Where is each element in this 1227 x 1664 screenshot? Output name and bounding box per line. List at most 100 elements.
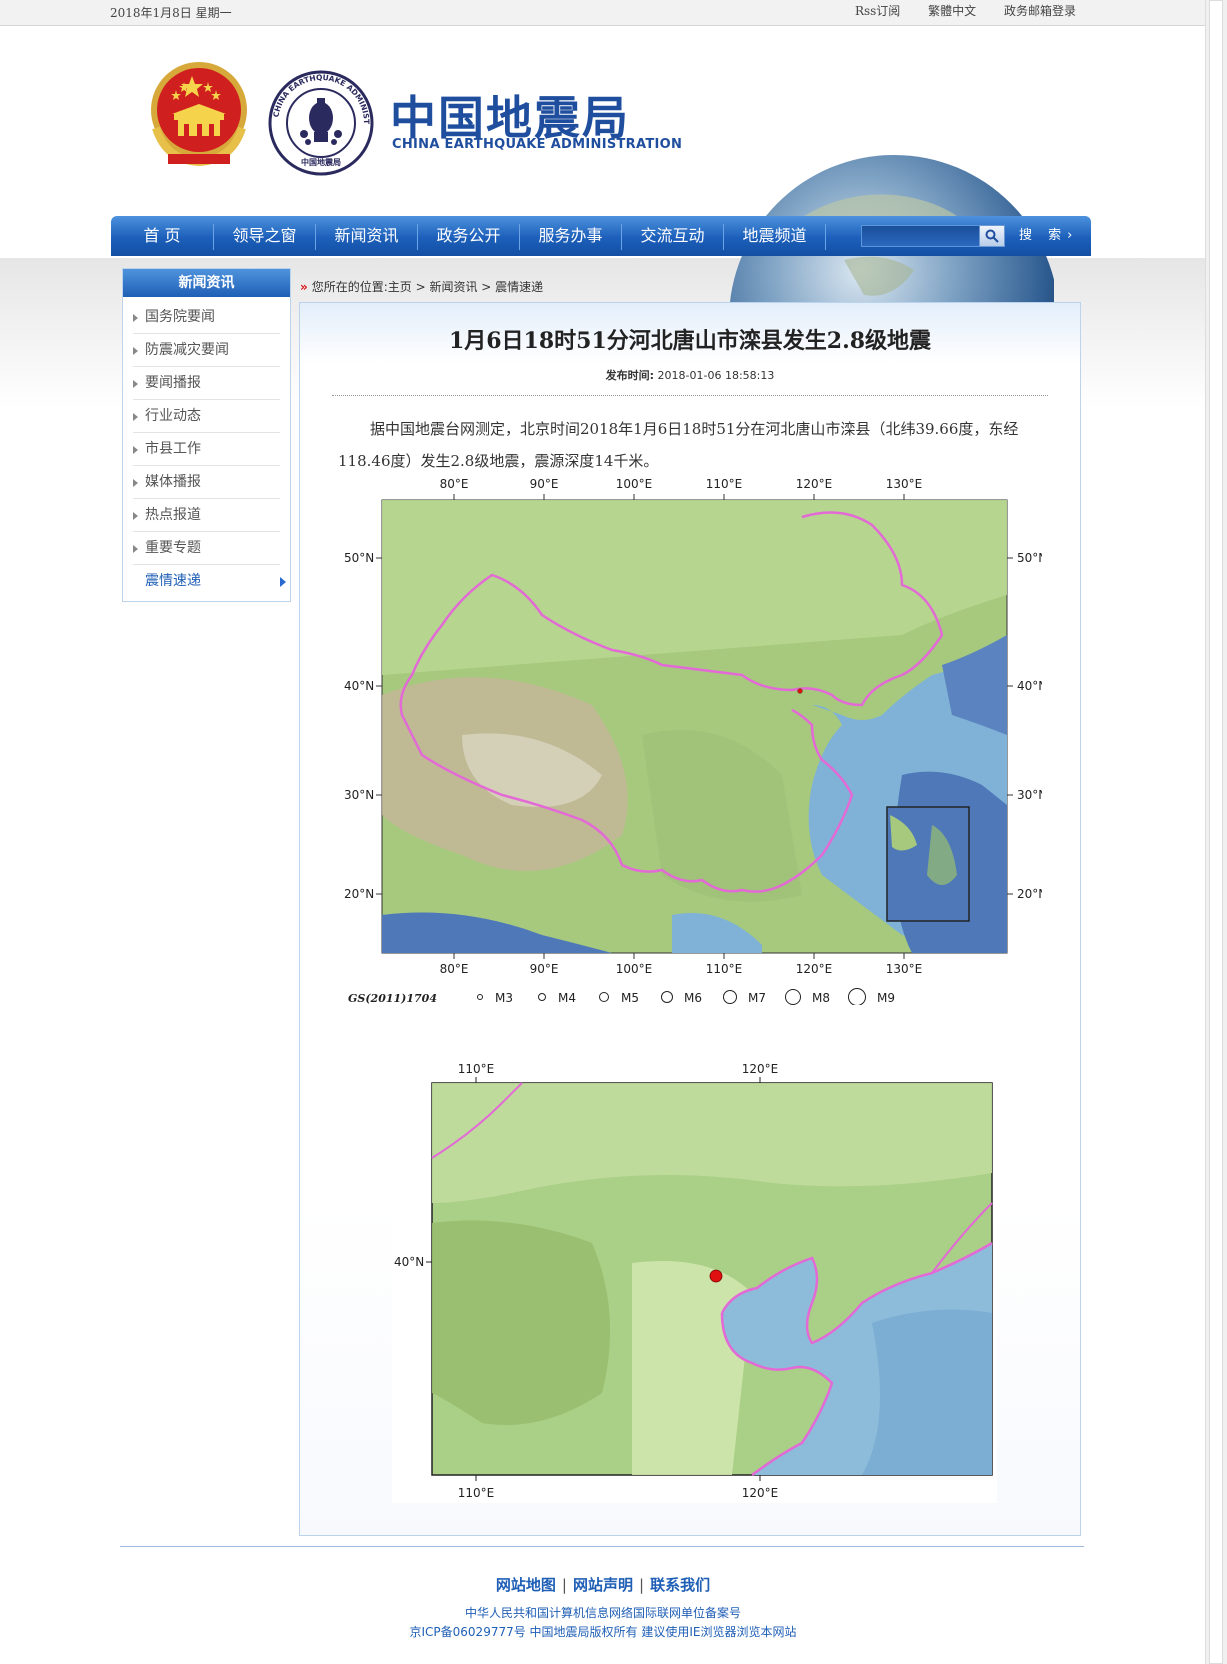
footer-sitemap-link[interactable]: 网站地图	[496, 1576, 556, 1594]
vertical-scrollbar[interactable]	[1205, 0, 1227, 1664]
lon-label: 120°E	[796, 477, 833, 491]
footer-links: 网站地图 | 网站声明 | 联系我们	[0, 1574, 1206, 1595]
lat-label: 50°N	[1017, 551, 1042, 565]
lon-label: 110°E	[706, 477, 743, 491]
top-links: Rss订阅 繁體中文 政务邮箱登录	[831, 2, 1076, 19]
lat-label: 30°N	[1017, 788, 1042, 802]
lon-label: 110°E	[458, 1063, 495, 1076]
gov-mail-login-link[interactable]: 政务邮箱登录	[1004, 4, 1076, 18]
sidebar-item-hot-reports[interactable]: 热点报道	[133, 499, 280, 532]
lon-label: 120°E	[796, 962, 833, 976]
legend-label: M6	[684, 991, 702, 1005]
main-nav: 首 页 领导之窗 新闻资讯 政务公开 服务办事 交流互动 地震频道 搜 索›	[111, 216, 1091, 256]
nav-news[interactable]: 新闻资讯	[316, 216, 417, 256]
publish-time: 发布时间: 2018-01-06 18:58:13	[300, 367, 1080, 383]
arrow-right-icon	[133, 545, 138, 553]
nav-interaction[interactable]: 交流互动	[622, 216, 723, 256]
arrow-right-icon	[133, 347, 138, 355]
search-input[interactable]	[861, 225, 981, 247]
lat-label: 40°N	[1017, 679, 1042, 693]
sidebar-item-label: 要闻播报	[145, 375, 201, 391]
legend-label: M9	[877, 991, 895, 1005]
nav-services[interactable]: 服务办事	[520, 216, 621, 256]
sidebar-item-label: 热点报道	[145, 507, 201, 523]
sidebar-item-county-work[interactable]: 市县工作	[133, 433, 280, 466]
arrow-right-icon	[133, 512, 138, 520]
search-icon	[985, 229, 999, 243]
lon-label: 120°E	[742, 1063, 779, 1076]
footer-divider	[120, 1546, 1084, 1547]
sidebar-title: 新闻资讯	[123, 269, 290, 297]
traditional-chinese-link[interactable]: 繁體中文	[928, 4, 976, 18]
article-panel: 1月6日18时51分河北唐山市滦县发生2.8级地震 发布时间: 2018-01-…	[299, 302, 1081, 1536]
arrow-right-icon	[133, 380, 138, 388]
lon-label: 90°E	[530, 962, 559, 976]
nav-earthquake-channel[interactable]: 地震频道	[724, 216, 825, 256]
lon-label: 80°E	[440, 962, 469, 976]
publish-time-value: 2018-01-06 18:58:13	[657, 369, 775, 382]
breadcrumb-mark-icon: »	[300, 280, 308, 294]
sidebar-item-label: 行业动态	[145, 408, 201, 424]
article-body: 据中国地震台网测定，北京时间2018年1月6日18时51分在河北唐山市滦县（北纬…	[338, 420, 1019, 470]
rss-link[interactable]: Rss订阅	[855, 4, 900, 18]
legend-label: M3	[495, 991, 513, 1005]
sidebar: 新闻资讯 国务院要闻 防震减灾要闻 要闻播报 行业动态 市县工作 媒体播报 热点…	[122, 268, 291, 602]
epicenter-marker	[709, 1269, 723, 1283]
arrow-right-icon	[133, 446, 138, 454]
lat-label: 50°N	[344, 551, 374, 565]
current-date: 2018年1月8日 星期一	[110, 6, 232, 20]
sidebar-item-news-broadcast[interactable]: 要闻播报	[133, 367, 280, 400]
lat-label: 40°N	[394, 1255, 424, 1269]
lon-label: 90°E	[530, 477, 559, 491]
top-bar: 2018年1月8日 星期一 Rss订阅 繁體中文 政务邮箱登录	[0, 0, 1206, 26]
sidebar-item-label: 震情速递	[145, 573, 201, 589]
lon-label: 100°E	[616, 962, 653, 976]
nav-gov-affairs[interactable]: 政务公开	[418, 216, 519, 256]
site-title-en: CHINA EARTHQUAKE ADMINISTRATION	[392, 137, 683, 152]
footer-separator: |	[639, 1576, 645, 1594]
sidebar-item-industry-news[interactable]: 行业动态	[133, 400, 280, 433]
footer-statement-link[interactable]: 网站声明	[573, 1576, 633, 1594]
lat-label: 20°N	[344, 887, 374, 901]
sidebar-item-disaster-news[interactable]: 防震减灾要闻	[133, 334, 280, 367]
nav-home[interactable]: 首 页	[111, 216, 213, 256]
lon-label: 80°E	[440, 477, 469, 491]
regional-zoom-map: 110°E 120°E 110°E 120°E 40°N	[392, 1062, 997, 1503]
arrow-right-icon	[280, 577, 286, 587]
lon-label: 120°E	[742, 1486, 779, 1500]
lat-label: 40°N	[344, 679, 374, 693]
publish-time-label: 发布时间:	[605, 369, 655, 382]
search-button[interactable]	[979, 225, 1005, 247]
lat-label: 20°N	[1017, 887, 1042, 901]
legend-label: M7	[748, 991, 766, 1005]
sidebar-item-quake-express[interactable]: 震情速递	[133, 565, 286, 597]
sidebar-item-media[interactable]: 媒体播报	[133, 466, 280, 499]
sidebar-item-label: 媒体播报	[145, 474, 201, 490]
footer-separator: |	[561, 1576, 567, 1594]
sidebar-item-label: 市县工作	[145, 441, 201, 457]
arrow-right-icon	[133, 479, 138, 487]
divider	[332, 395, 1048, 396]
nav-leaders[interactable]: 领导之窗	[214, 216, 315, 256]
article-title: 1月6日18时51分河北唐山市滦县发生2.8级地震	[448, 328, 932, 354]
sidebar-item-label: 防震减灾要闻	[145, 342, 229, 358]
sidebar-item-label: 重要专题	[145, 540, 201, 556]
scrollbar-thumb[interactable]	[1209, 0, 1223, 1664]
lon-label: 130°E	[886, 962, 923, 976]
legend-label: M8	[812, 991, 830, 1005]
lon-label: 100°E	[616, 477, 653, 491]
legend-label: M5	[621, 991, 639, 1005]
sidebar-item-state-council-news[interactable]: 国务院要闻	[133, 301, 280, 334]
arrow-right-icon	[133, 413, 138, 421]
search-text-button[interactable]: 搜 索›	[1019, 216, 1078, 256]
footer-contact-link[interactable]: 联系我们	[650, 1576, 710, 1594]
footer-copyright: 京ICP备06029777号 中国地震局版权所有 建议使用IE浏览器浏览本网站	[409, 1625, 797, 1639]
lat-label: 30°N	[344, 788, 374, 802]
sidebar-item-label: 国务院要闻	[145, 309, 215, 325]
breadcrumb-text[interactable]: 您所在的位置:主页 > 新闻资讯 > 震情速递	[312, 280, 543, 294]
legend-label: M4	[558, 991, 576, 1005]
cea-logo: CHINA EARTHQUAKE ADMINISTRATION 中国地震局	[265, 63, 374, 176]
map-approval-code: GS(2011)1704	[348, 992, 437, 1005]
lon-label: 130°E	[886, 477, 923, 491]
sidebar-item-special-topics[interactable]: 重要专题	[133, 532, 280, 565]
